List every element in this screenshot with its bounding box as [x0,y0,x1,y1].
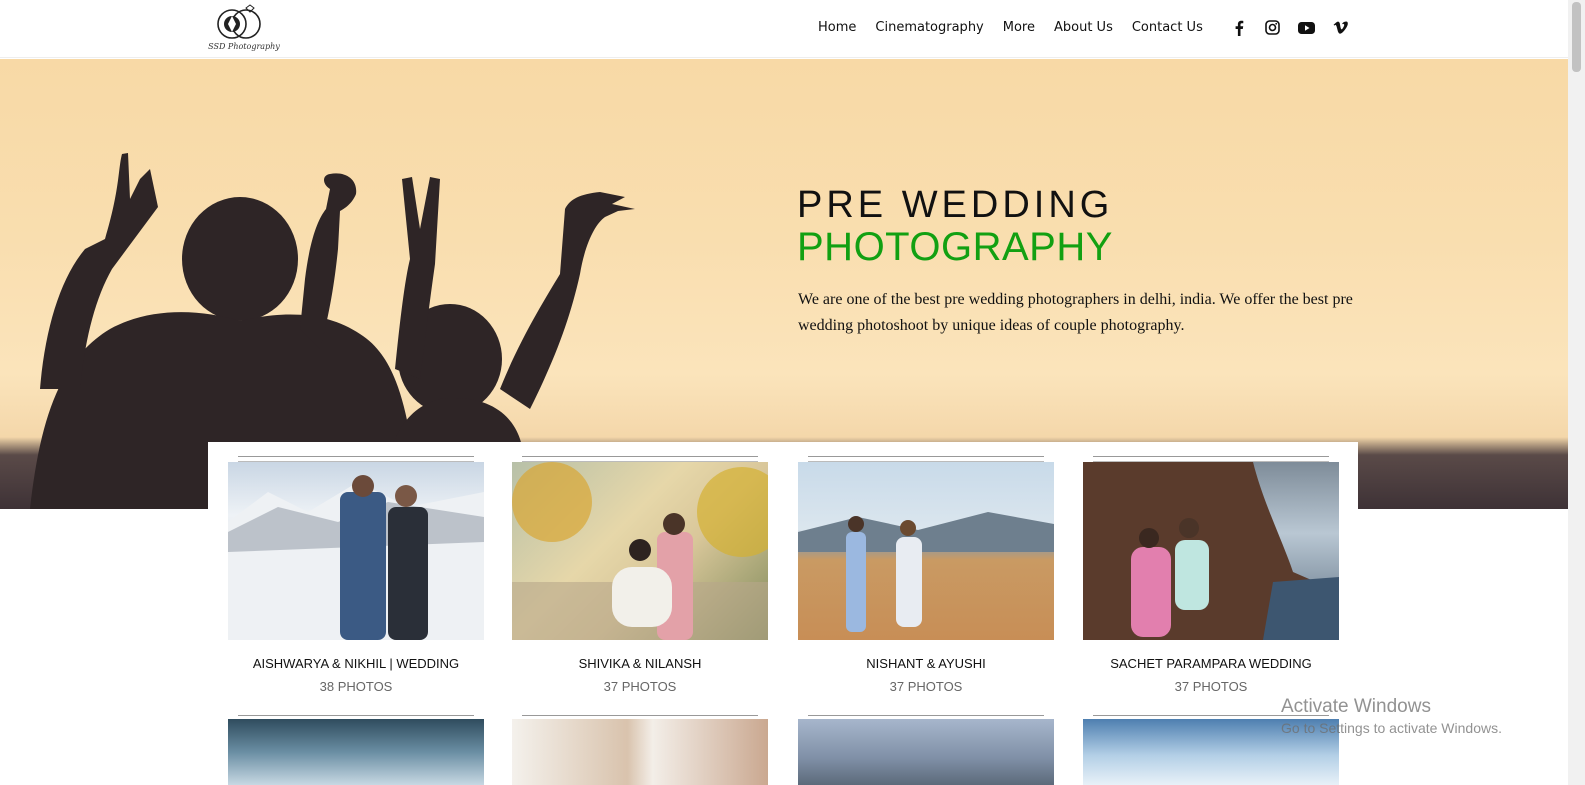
album-cover-image[interactable] [512,719,768,785]
album-cover-image[interactable] [798,719,1054,785]
page-scrollbar[interactable] [1568,0,1585,785]
logo-caption: SSD Photography [208,42,280,51]
album-cover-image[interactable] [228,462,484,640]
album-photo-count: 37 PHOTOS [603,679,677,694]
facebook-icon[interactable] [1230,19,1247,36]
nav-cinematography[interactable]: Cinematography [875,20,983,35]
windows-activation-watermark: Activate Windows Go to Settings to activ… [1281,696,1502,736]
album-title[interactable]: NISHANT & AYUSHI [778,656,1074,671]
album-photo-count: 37 PHOTOS [889,679,963,694]
instagram-icon[interactable] [1264,19,1281,36]
nav-contact-us[interactable]: Contact Us [1132,20,1203,35]
vimeo-icon[interactable] [1332,19,1349,36]
nav-about-us[interactable]: About Us [1054,20,1113,35]
album-cover-image[interactable] [228,719,484,785]
scrollbar-thumb[interactable] [1572,2,1581,72]
hero-title-line1: PRE WEDDING [797,184,1114,226]
album-cover-image[interactable] [798,462,1054,640]
album-title[interactable]: SHIVIKA & NILANSH [492,656,788,671]
nav-home[interactable]: Home [818,20,856,35]
album-title[interactable]: SACHET PARAMPARA WEDDING [1063,656,1359,671]
album-cover-image[interactable] [1083,462,1339,640]
watermark-line1: Activate Windows [1281,696,1431,717]
album-photo-count: 38 PHOTOS [319,679,393,694]
youtube-icon[interactable] [1298,19,1315,36]
nav-more[interactable]: More [1003,20,1035,35]
camera-rings-logo-icon [217,4,261,39]
hero-description: We are one of the best pre wedding photo… [798,291,1353,334]
site-header: SSD Photography Home Cinematography More… [0,0,1568,58]
social-links [1230,19,1349,36]
main-nav: Home Cinematography More About Us Contac… [818,20,1203,35]
album-title[interactable]: AISHWARYA & NIKHIL | WEDDING [208,656,504,671]
hero-title-line2: PHOTOGRAPHY [797,225,1113,269]
watermark-line2: Go to Settings to activate Windows. [1281,720,1502,736]
album-gallery: AISHWARYA & NIKHIL | WEDDING 38 PHOTOS S… [208,442,1358,785]
site-logo[interactable]: SSD Photography [208,4,280,54]
album-cover-image[interactable] [512,462,768,640]
album-photo-count: 37 PHOTOS [1174,679,1248,694]
